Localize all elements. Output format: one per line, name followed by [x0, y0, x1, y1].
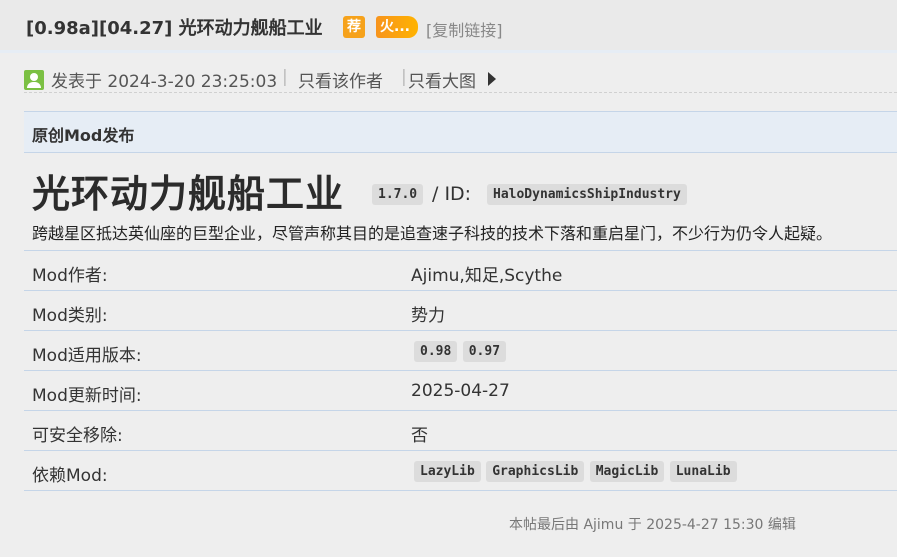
- separator: |: [401, 67, 407, 87]
- versions-label: Mod适用版本:: [32, 346, 142, 366]
- mod-description: 跨越星区抵达英仙座的巨型企业，尽管声称其目的是追查速子科技的技术下落和重启星门，…: [32, 224, 833, 243]
- dependency-tag: GraphicsLib: [486, 461, 585, 482]
- table-row: Mod类别: 势力: [24, 290, 897, 330]
- id-label: / ID:: [432, 183, 472, 205]
- big-image-link[interactable]: 只看大图: [408, 67, 476, 92]
- section-header: 原创Mod发布: [24, 111, 897, 153]
- copy-link-button[interactable]: [复制链接]: [426, 17, 503, 41]
- section-title: 原创Mod发布: [32, 126, 135, 145]
- edit-note: 本帖最后由 Ajimu 于 2025-4-27 15:30 编辑: [509, 517, 796, 533]
- updated-value: 2025-04-27: [411, 381, 510, 401]
- table-row: Mod作者: Ajimu,知足,Scythe: [24, 250, 897, 290]
- table-row: 依赖Mod: LazyLib GraphicsLib MagicLib Luna…: [24, 450, 897, 491]
- play-icon[interactable]: [488, 72, 496, 86]
- removable-value: 否: [411, 426, 428, 446]
- updated-label: Mod更新时间:: [32, 386, 142, 406]
- only-author-link[interactable]: 只看该作者: [298, 67, 383, 92]
- versions-tags: 0.98 0.97: [414, 340, 507, 362]
- recommend-badge: 荐: [343, 16, 365, 38]
- table-row: Mod更新时间: 2025-04-27: [24, 370, 897, 410]
- mod-name: 光环动力舰船工业: [32, 172, 345, 216]
- author-value: Ajimu,知足,Scythe: [411, 266, 563, 286]
- dependency-tag: MagicLib: [589, 461, 665, 482]
- version-tag: 1.7.0: [372, 184, 424, 205]
- thread-header: [0.98a][04.27] 光环动力舰船工业 荐 火... [复制链接]: [0, 0, 897, 53]
- thread-title: [0.98a][04.27] 光环动力舰船工业: [26, 18, 323, 39]
- removable-label: 可安全移除:: [32, 426, 123, 446]
- user-icon: [24, 70, 44, 90]
- mod-id-tag: HaloDynamicsShipIndustry: [487, 184, 687, 205]
- post-meta: 发表于 2024-3-20 23:25:03 | 只看该作者 | 只看大图: [24, 66, 897, 93]
- version-tag: 0.97: [462, 341, 507, 362]
- hot-badge: 火...: [376, 16, 418, 38]
- dependencies-label: 依赖Mod:: [32, 466, 108, 486]
- dependency-tags: LazyLib GraphicsLib MagicLib LunaLib: [414, 460, 737, 482]
- table-row: 可安全移除: 否: [24, 410, 897, 450]
- category-label: Mod类别:: [32, 306, 108, 326]
- mod-info-table: Mod作者: Ajimu,知足,Scythe Mod类别: 势力 Mod适用版本…: [24, 250, 897, 491]
- author-label: Mod作者:: [32, 266, 108, 286]
- version-tag: 0.98: [414, 341, 458, 362]
- dependency-tag: LunaLib: [669, 461, 737, 482]
- separator: |: [282, 67, 288, 87]
- post-time: 发表于 2024-3-20 23:25:03: [51, 72, 278, 92]
- category-value: 势力: [411, 306, 445, 326]
- table-row: Mod适用版本: 0.98 0.97: [24, 330, 897, 370]
- dependency-tag: LazyLib: [414, 461, 481, 482]
